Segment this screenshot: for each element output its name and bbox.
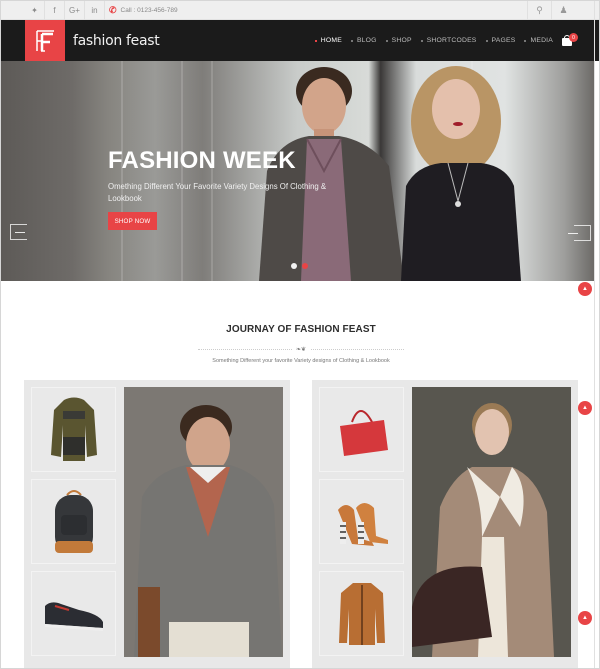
- hero-title: FASHION WEEK: [108, 147, 296, 174]
- nav-item-home[interactable]: HOME: [314, 37, 342, 44]
- hero-slider: [1, 61, 594, 281]
- cart-button[interactable]: 0: [562, 33, 578, 48]
- nav-item-blog[interactable]: BLOG: [350, 37, 377, 44]
- sneaker-image: [44, 601, 103, 631]
- brand-name[interactable]: fashion feast: [73, 33, 160, 49]
- product-thumb-puffer-jacket[interactable]: [31, 387, 116, 472]
- arrow-up-icon: ▲: [582, 615, 588, 621]
- slider-prev-arrow[interactable]: [10, 224, 27, 240]
- high-heels-image: [337, 502, 388, 546]
- account-icon[interactable]: ♟: [551, 1, 575, 20]
- woman-in-shearling-coat-image: [412, 387, 571, 657]
- man-in-blazer-image: [124, 387, 283, 657]
- nav-item-shortcodes[interactable]: SHORTCODES: [420, 37, 477, 44]
- slider-dot-2[interactable]: [302, 263, 308, 269]
- scroll-top-button[interactable]: ▲: [578, 611, 592, 625]
- slider-dot-1[interactable]: [291, 263, 297, 269]
- logo[interactable]: [25, 20, 65, 61]
- hero-subtitle: Omething Different Your Favorite Variety…: [108, 182, 327, 203]
- nav-item-pages[interactable]: PAGES: [485, 37, 516, 44]
- nav-item-media[interactable]: MEDIA: [524, 37, 553, 44]
- facebook-icon[interactable]: f: [45, 1, 65, 20]
- linkedin-icon[interactable]: in: [85, 1, 105, 20]
- search-icon[interactable]: ⚲: [527, 1, 551, 20]
- page-scrollbar[interactable]: [594, 1, 595, 668]
- lookbook-main-image-man[interactable]: [124, 387, 283, 657]
- phone-icon: ✆: [109, 5, 117, 15]
- product-thumb-high-heels[interactable]: [319, 479, 404, 564]
- cart-count-badge: 0: [569, 33, 578, 42]
- backpack-image: [54, 489, 93, 553]
- section-subtitle: Something Different your favorite Variet…: [212, 358, 390, 364]
- ornament-icon: ❧❦: [292, 345, 310, 353]
- call-label: Call : 0123-456-789: [120, 7, 178, 14]
- product-thumb-red-handbag[interactable]: [319, 387, 404, 472]
- product-thumb-sneaker[interactable]: [31, 571, 116, 656]
- main-header: fashion feast HOME BLOG SHOP SHORTCODES …: [1, 20, 599, 61]
- puffer-jacket-image: [50, 397, 97, 461]
- red-handbag-image: [339, 409, 388, 456]
- arrow-up-icon: ▲: [582, 286, 588, 292]
- lookbook-men: [24, 380, 290, 668]
- lookbook-women: [312, 380, 578, 668]
- hero-model-woman: [401, 66, 521, 281]
- product-thumb-backpack[interactable]: [31, 479, 116, 564]
- leather-jacket-image: [338, 582, 385, 645]
- scroll-top-button[interactable]: ▲: [578, 282, 592, 296]
- call-info: ✆ Call : 0123-456-789: [109, 1, 178, 20]
- product-thumb-leather-jacket[interactable]: [319, 571, 404, 656]
- page: ✦ f G+ in ✆ Call : 0123-456-789 ⚲ ♟ fash…: [0, 0, 600, 669]
- slider-dots: [291, 263, 313, 269]
- google-plus-icon[interactable]: G+: [65, 1, 85, 20]
- logo-f-icon: [36, 29, 54, 52]
- slider-next-arrow[interactable]: [568, 225, 591, 241]
- arrow-up-icon: ▲: [582, 405, 588, 411]
- section-title: JOURNAY OF FASHION FEAST: [226, 324, 376, 335]
- shop-now-button[interactable]: SHOP NOW: [108, 212, 157, 230]
- social-links: ✦ f G+ in: [25, 1, 105, 20]
- nav-item-shop[interactable]: SHOP: [385, 37, 412, 44]
- scroll-top-button[interactable]: ▲: [578, 401, 592, 415]
- twitter-icon[interactable]: ✦: [25, 1, 45, 20]
- top-bar: ✦ f G+ in ✆ Call : 0123-456-789 ⚲ ♟: [1, 1, 599, 20]
- lookbook-main-image-woman[interactable]: [412, 387, 571, 657]
- main-nav: HOME BLOG SHOP SHORTCODES PAGES MEDIA: [306, 20, 553, 61]
